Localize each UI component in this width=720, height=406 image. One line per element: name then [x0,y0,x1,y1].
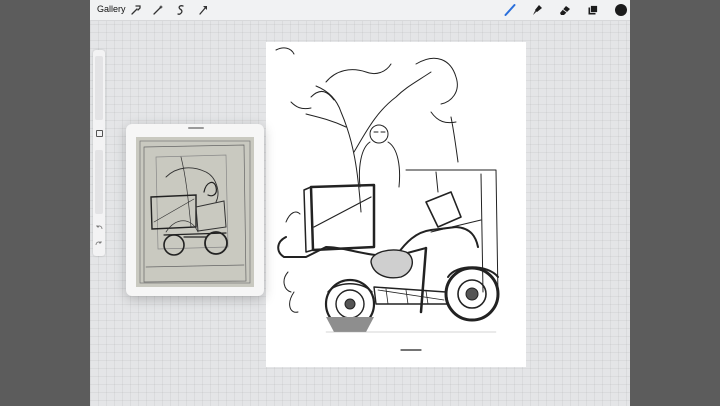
wrench-icon[interactable] [129,3,143,17]
sidebar [93,50,105,256]
undo-icon[interactable] [95,224,103,232]
transform-arrow-icon[interactable] [196,3,210,17]
smudge-icon[interactable] [530,3,544,17]
selection-icon[interactable] [174,3,188,17]
modify-square-button[interactable] [96,130,103,137]
color-picker-icon[interactable] [614,3,628,17]
reference-drag-handle[interactable] [188,127,204,129]
top-toolbar: Gallery [90,0,630,21]
reference-window[interactable] [126,124,264,296]
eraser-icon[interactable] [558,3,572,17]
drawing-canvas[interactable] [266,42,526,367]
procreate-app: Gallery [90,0,630,406]
opacity-slider[interactable] [95,150,103,214]
brush-size-slider[interactable] [95,56,103,120]
layers-icon[interactable] [586,3,600,17]
magic-wand-icon[interactable] [151,3,165,17]
reference-image [136,137,254,287]
scooter-sketch [275,47,500,351]
gallery-button[interactable]: Gallery [97,4,126,14]
brush-icon[interactable] [503,3,517,17]
redo-icon[interactable] [95,240,103,248]
